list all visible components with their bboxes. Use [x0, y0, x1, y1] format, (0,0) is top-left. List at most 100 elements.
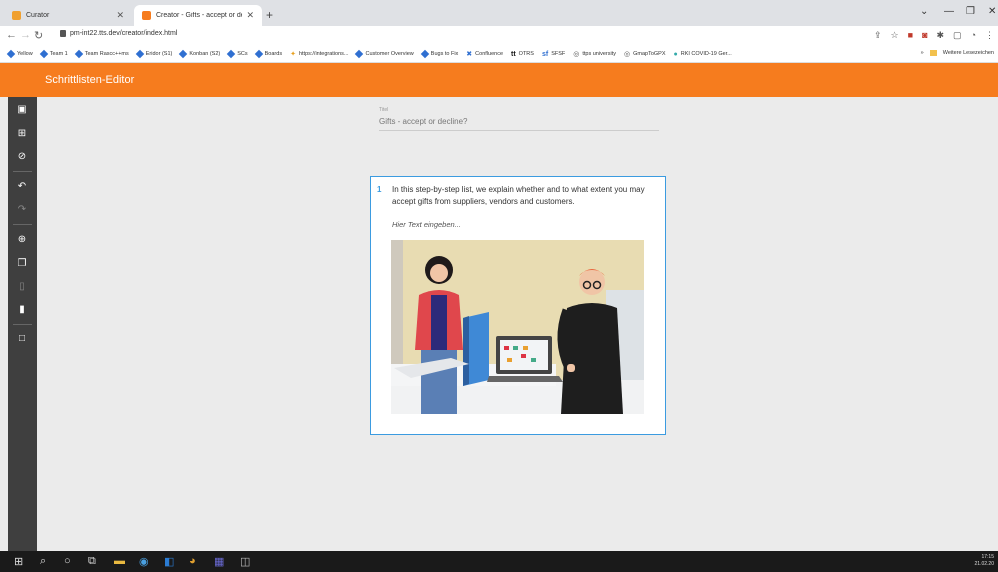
jira-icon: [355, 49, 364, 59]
file-explorer-icon[interactable]: ▬: [114, 555, 125, 567]
windows-taskbar: ⊞ ⌕ ○ ⧉ ▬ ◉ ◧ ◕ ▦ ◫ 17:15 21.02.20: [0, 551, 998, 572]
toolbar-divider: [13, 324, 32, 325]
delete-icon[interactable]: ▮: [17, 305, 27, 315]
bookmark-item[interactable]: Boards: [254, 49, 282, 59]
title-input[interactable]: Gifts - accept or decline?: [379, 117, 659, 131]
bookmark-item[interactable]: ◎ GmapToGPX: [624, 50, 666, 58]
jira-icon: [74, 49, 83, 59]
address-bar[interactable]: pm-int22.tts.dev/creator/index.html: [60, 30, 177, 37]
step-text-placeholder[interactable]: Hier Text eingeben...: [392, 220, 461, 229]
toolbar-divider: [13, 171, 32, 172]
url-text: pm-int22.tts.dev/creator/index.html: [70, 30, 178, 37]
copy-icon[interactable]: ❐: [17, 259, 27, 269]
app-title: Schrittlisten-Editor: [45, 74, 135, 86]
jira-icon: [254, 49, 263, 59]
task-view-icon[interactable]: ⧉: [88, 555, 96, 568]
app-icon[interactable]: ◫: [240, 555, 250, 568]
editor-toolbar: ▣ ⊞ ⊘ ↶ ↷ ⊕ ❐ ▯ ▮ □: [8, 97, 37, 551]
bookmark-item[interactable]: Yellow: [6, 49, 33, 59]
step-card[interactable]: 1 In this step-by-step list, we explain …: [370, 176, 666, 435]
puzzle-icon[interactable]: ✱: [937, 30, 945, 41]
bookmarks-bar: Yellow Team 1 Team Rascc++ms Eridor (S1)…: [0, 46, 998, 63]
back-icon[interactable]: ←: [6, 29, 17, 41]
save-as-icon[interactable]: ⊞: [17, 129, 27, 139]
creator-favicon-icon: [142, 11, 151, 20]
tab-title: Curator: [26, 12, 50, 19]
search-icon[interactable]: ⌕: [40, 555, 46, 568]
undo-icon[interactable]: ↶: [17, 182, 27, 192]
bookmark-item[interactable]: Eridor (S1): [135, 49, 172, 59]
system-clock[interactable]: 17:15 21.02.20: [975, 554, 994, 568]
folder-icon: [929, 50, 937, 56]
step-text[interactable]: In this step-by-step list, we explain wh…: [392, 184, 652, 208]
outlook-icon[interactable]: ◧: [164, 555, 174, 568]
confluence-icon: ✖: [466, 51, 473, 58]
chevron-right-icon: »: [920, 50, 924, 56]
bookmark-item[interactable]: ◎ ttps university: [573, 50, 616, 58]
add-step-icon[interactable]: ⊕: [17, 235, 27, 245]
extension-icons: ⇪ ☆ ■ ◙ ✱ ▢ ◔ ⋮: [874, 30, 994, 41]
tab-curator[interactable]: Curator ✕: [4, 5, 132, 26]
browser-tab-strip: Curator ✕ Creator - Gifts - accept or de…: [0, 0, 998, 26]
edge-icon[interactable]: ◉: [139, 555, 149, 568]
save-icon[interactable]: ▣: [17, 105, 27, 115]
jira-icon: [6, 49, 16, 59]
share-icon[interactable]: ⇪: [874, 30, 882, 41]
chrome-icon[interactable]: ◕: [189, 555, 196, 567]
globe-icon: ◎: [573, 51, 580, 58]
minimize-icon[interactable]: —: [944, 6, 954, 17]
bookmark-star-icon[interactable]: ☆: [891, 30, 899, 41]
globe-icon: ◎: [623, 51, 631, 58]
close-tab-icon[interactable]: ✕: [116, 10, 124, 21]
toolbar-divider: [13, 224, 32, 225]
profile-icon[interactable]: ◔: [971, 30, 976, 41]
tab-title: Creator - Gifts - accept or decline: [156, 12, 242, 19]
bookmark-item[interactable]: SCs: [227, 49, 248, 59]
cancel-icon[interactable]: ⊘: [17, 152, 27, 162]
bookmark-item[interactable]: tt OTRS: [511, 51, 534, 58]
pocket-icon[interactable]: ◙: [922, 30, 927, 41]
other-bookmarks[interactable]: » Weitere Lesezeichen: [921, 50, 994, 56]
tab-search-icon[interactable]: ⌄: [920, 6, 928, 17]
bookmark-item[interactable]: ✦ https://integrations...: [290, 50, 348, 58]
close-window-icon[interactable]: ✕: [988, 6, 996, 17]
jira-icon: [179, 49, 188, 59]
sidepanel-icon[interactable]: ▢: [953, 30, 962, 41]
sfsf-icon: sf: [541, 50, 549, 58]
integrations-icon: ✦: [290, 51, 296, 58]
jira-icon: [135, 49, 145, 59]
curator-favicon-icon: [12, 11, 21, 20]
step-number: 1: [377, 185, 382, 194]
close-tab-icon[interactable]: ✕: [246, 10, 254, 21]
jira-icon: [39, 49, 48, 59]
windows-start-icon[interactable]: ⊞: [14, 555, 23, 568]
rki-icon: ●: [673, 50, 678, 58]
tts-icon: tt: [511, 50, 516, 58]
lock-icon: [60, 30, 66, 37]
forward-icon[interactable]: →: [20, 29, 31, 41]
app-header: Schrittlisten-Editor: [0, 63, 998, 97]
redo-icon[interactable]: ↷: [17, 205, 27, 215]
tab-creator[interactable]: Creator - Gifts - accept or decline ✕: [134, 5, 262, 26]
bookmark-item[interactable]: ✖ Confluence: [466, 50, 503, 58]
reload-icon[interactable]: ↻: [34, 29, 43, 42]
jira-icon: [227, 49, 236, 59]
bookmark-item[interactable]: sf SFSF: [542, 51, 565, 58]
new-tab-button[interactable]: +: [266, 8, 273, 22]
bookmark-item[interactable]: Bugs to Fix: [420, 49, 458, 59]
frame-icon[interactable]: □: [17, 334, 27, 344]
title-label: Titel: [379, 107, 389, 113]
paste-icon[interactable]: ▯: [17, 282, 27, 292]
browser-toolbar: ← → ↻ pm-int22.tts.dev/creator/index.htm…: [0, 26, 998, 46]
bookmark-item[interactable]: Team 1: [39, 49, 68, 59]
bookmark-item[interactable]: Customer Overview: [355, 49, 414, 59]
teams-icon[interactable]: ▦: [214, 555, 224, 568]
bookmark-item[interactable]: ● RKI COVID-19 Ger...: [674, 51, 732, 58]
extension-icon[interactable]: ■: [908, 30, 913, 41]
menu-icon[interactable]: ⋮: [985, 30, 994, 41]
bookmark-item[interactable]: Team Rascc++ms: [74, 49, 129, 59]
bookmark-item[interactable]: Konban (S2): [179, 49, 220, 59]
restore-icon[interactable]: ❐: [966, 6, 975, 17]
step-illustration: [391, 240, 644, 414]
cortana-icon[interactable]: ○: [64, 555, 71, 567]
